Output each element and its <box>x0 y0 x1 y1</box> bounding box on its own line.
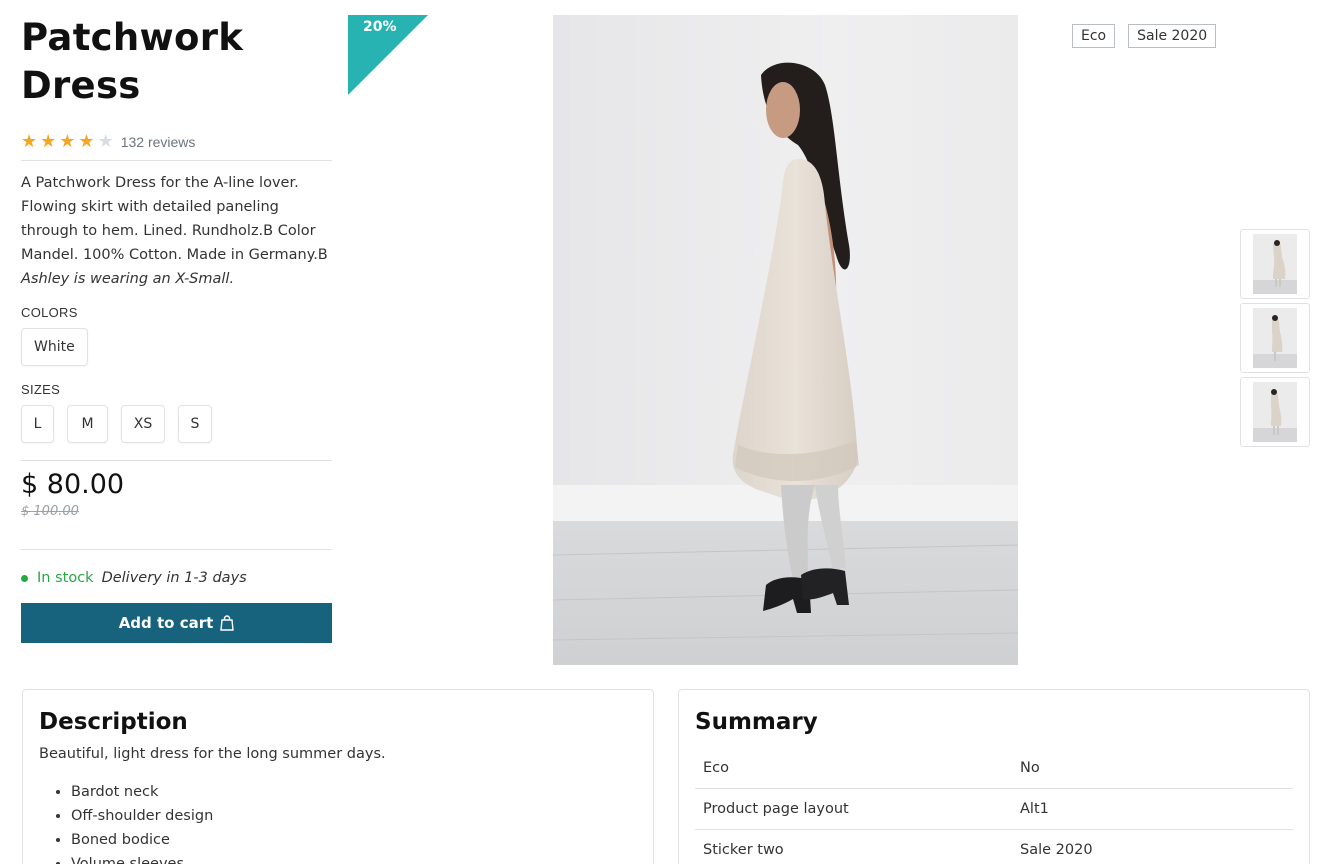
size-option-xs[interactable]: XS <box>121 405 165 443</box>
summary-key: Eco <box>703 760 730 776</box>
discount-ribbon: 20% <box>348 15 428 95</box>
product-info: Patchwork Dress ★ ★ ★ ★ ★ 132 reviews A … <box>21 14 332 643</box>
list-item: Bardot neck <box>71 780 653 804</box>
description-intro: Beautiful, light dress for the long summ… <box>39 746 386 762</box>
summary-value: Alt1 <box>1020 801 1049 817</box>
size-option-s[interactable]: S <box>178 405 212 443</box>
summary-value: Sale 2020 <box>1020 842 1093 858</box>
sizes-label: SIZES <box>21 382 61 397</box>
stock-status: In stock Delivery in 1-3 days <box>21 570 332 586</box>
old-price: $ 100.00 <box>21 504 79 519</box>
list-item: Boned bodice <box>71 828 653 852</box>
divider <box>21 549 332 550</box>
color-options: White <box>21 328 332 366</box>
price: $ 80.00 <box>21 469 125 500</box>
color-option-white[interactable]: White <box>21 328 88 366</box>
size-options: L M XS S <box>21 405 332 443</box>
thumbnail-image <box>1253 308 1297 368</box>
divider <box>21 160 332 161</box>
summary-card: Summary Eco No Product page layout Alt1 … <box>678 689 1310 864</box>
description-text: A Patchwork Dress for the A-line lover. … <box>21 175 328 263</box>
divider <box>21 460 332 461</box>
table-row: Eco No <box>695 748 1293 789</box>
star-icon: ★ <box>21 131 38 152</box>
tag-sale-2020[interactable]: Sale 2020 <box>1128 24 1217 48</box>
description-card: Description Beautiful, light dress for t… <box>22 689 654 864</box>
table-row: Sticker two Sale 2020 <box>695 830 1293 864</box>
product-title: Patchwork Dress <box>21 16 244 107</box>
stock-label: In stock <box>37 570 94 586</box>
thumbnail-3[interactable] <box>1240 377 1310 447</box>
summary-key: Sticker two <box>703 842 784 858</box>
list-item: Volume sleeves <box>71 852 653 864</box>
star-icon: ★ <box>40 131 57 152</box>
star-icon: ★ <box>59 131 76 152</box>
star-icon: ★ <box>78 131 95 152</box>
product-main-image[interactable] <box>553 15 1018 665</box>
description-note: Ashley is wearing an X-Small. <box>21 271 235 287</box>
size-option-l[interactable]: L <box>21 405 54 443</box>
list-item: Off-shoulder design <box>71 804 653 828</box>
thumbnail-image <box>1253 234 1297 294</box>
tag-eco[interactable]: Eco <box>1072 24 1116 48</box>
summary-key: Product page layout <box>703 801 849 817</box>
product-photo <box>553 15 1018 665</box>
star-empty-icon: ★ <box>97 131 114 152</box>
reviews-count[interactable]: 132 reviews <box>121 134 196 150</box>
product-tags: Eco Sale 2020 <box>1072 24 1229 48</box>
size-option-m[interactable]: M <box>67 405 108 443</box>
description-bullets: Bardot neck Off-shoulder design Boned bo… <box>71 780 653 864</box>
product-description: A Patchwork Dress for the A-line lover. … <box>21 171 332 291</box>
summary-title: Summary <box>695 709 818 735</box>
rating: ★ ★ ★ ★ ★ 132 reviews <box>21 132 332 152</box>
delivery-label: Delivery in 1-3 days <box>101 570 247 586</box>
stock-dot-icon <box>21 574 28 582</box>
shopping-bag-icon <box>220 615 235 631</box>
thumbnail-list <box>1240 229 1310 451</box>
add-to-cart-button[interactable]: Add to cart <box>21 603 332 643</box>
thumbnail-image <box>1253 382 1297 442</box>
discount-label: 20% <box>363 19 397 35</box>
colors-label: COLORS <box>21 305 78 320</box>
add-to-cart-label: Add to cart <box>118 614 214 632</box>
thumbnail-1[interactable] <box>1240 229 1310 299</box>
table-row: Product page layout Alt1 <box>695 789 1293 830</box>
summary-table: Eco No Product page layout Alt1 Sticker … <box>695 748 1293 864</box>
summary-value: No <box>1020 760 1040 776</box>
description-title: Description <box>39 709 188 735</box>
thumbnail-2[interactable] <box>1240 303 1310 373</box>
